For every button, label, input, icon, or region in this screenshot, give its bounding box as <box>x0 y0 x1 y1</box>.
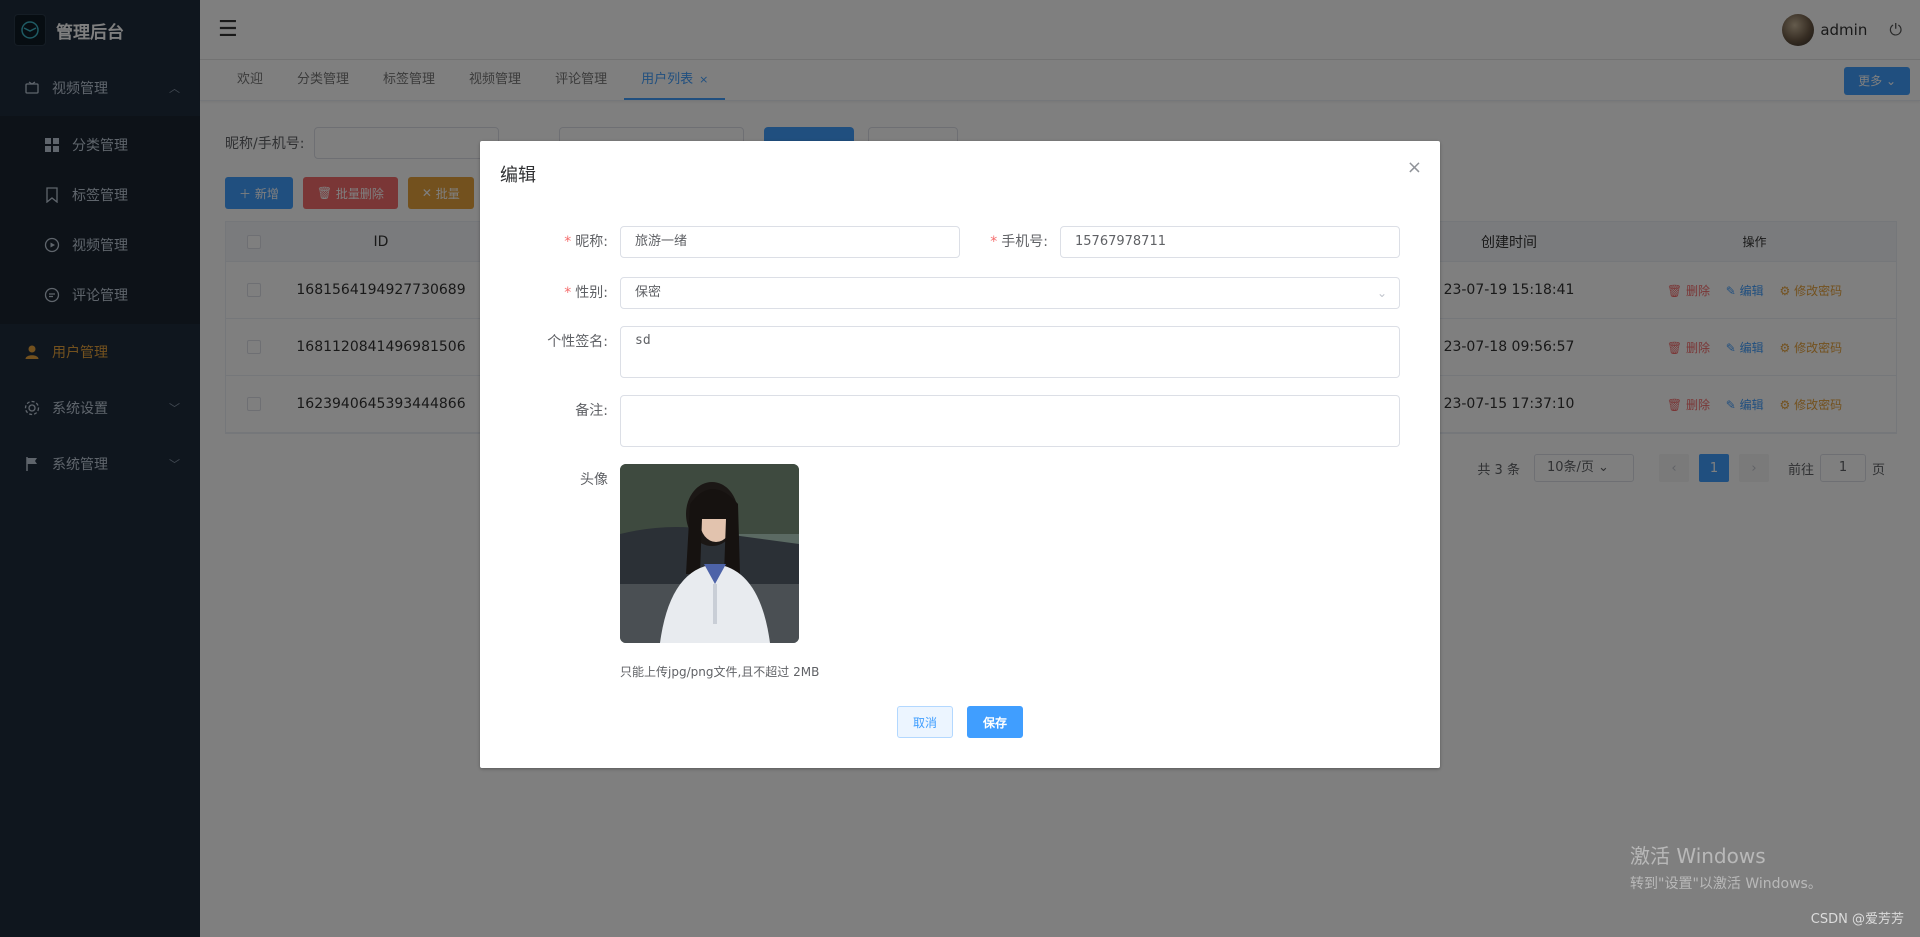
phone-row: * 手机号: 15767978711 <box>940 226 1400 258</box>
nickname-field[interactable]: 旅游一绪 <box>620 226 960 258</box>
gender-row: * 性别: 保密 ⌄ <box>500 277 1400 309</box>
save-button[interactable]: 保存 <box>967 706 1023 738</box>
signature-label: 个性签名: <box>547 334 608 350</box>
gender-label: * 性别: <box>564 285 608 301</box>
app-root: 管理后台 视频管理 ︿ 分类管理 标签管理 <box>0 0 1920 937</box>
avatar-label: 头像 <box>580 472 608 488</box>
avatar-row: 头像 <box>500 464 799 643</box>
watermark-line2: 转到"设置"以激活 Windows。 <box>1630 876 1822 892</box>
remark-textarea[interactable] <box>620 395 1400 447</box>
nickname-row: * 昵称: 旅游一绪 <box>500 226 960 258</box>
dialog-title: 编辑 <box>500 165 536 186</box>
phone-field[interactable]: 15767978711 <box>1060 226 1400 258</box>
avatar-upload[interactable] <box>620 464 799 643</box>
close-icon[interactable]: × <box>1407 157 1422 178</box>
watermark-line1: 激活 Windows <box>1630 844 1766 868</box>
nickname-label: * 昵称: <box>564 234 608 250</box>
gender-value: 保密 <box>635 285 662 300</box>
edit-dialog: 编辑 × * 昵称: 旅游一绪 * 手机号: 15767978711 * 性别: 保密… <box>480 141 1440 768</box>
signature-row: 个性签名: sd <box>500 326 1400 378</box>
remark-row: 备注: <box>500 395 1400 447</box>
upload-hint: 只能上传jpg/png文件,且不超过 2MB <box>620 665 820 679</box>
csdn-credit: CSDN @爱芳芳 <box>1810 912 1904 927</box>
phone-label: * 手机号: <box>990 234 1048 250</box>
remark-label: 备注: <box>575 403 608 419</box>
cancel-button[interactable]: 取消 <box>897 706 953 738</box>
gender-select[interactable]: 保密 ⌄ <box>620 277 1400 309</box>
windows-activation-watermark: 激活 Windows 转到"设置"以激活 Windows。 <box>1630 840 1822 893</box>
avatar-image <box>620 464 799 643</box>
chevron-down-icon: ⌄ <box>1376 286 1387 300</box>
signature-textarea[interactable]: sd <box>620 326 1400 378</box>
